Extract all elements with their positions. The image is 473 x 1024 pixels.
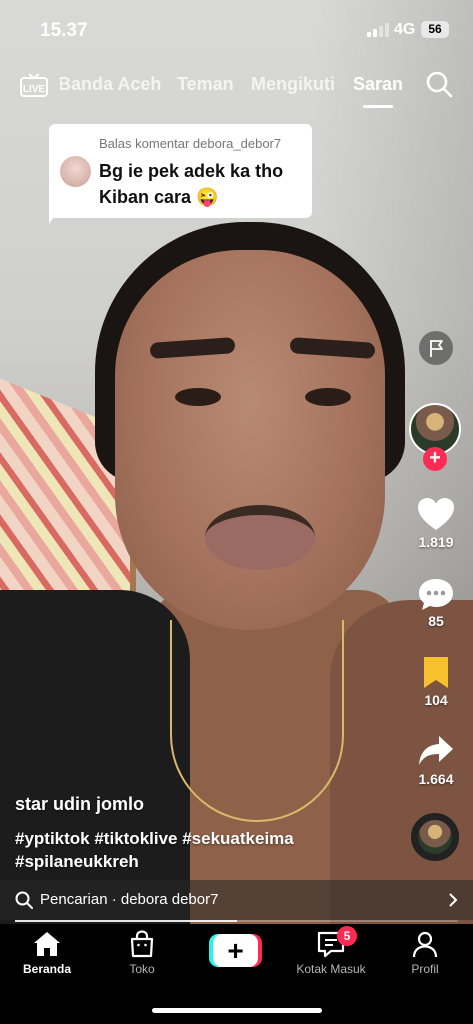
shop-icon bbox=[130, 930, 154, 958]
video-progress-bar[interactable] bbox=[15, 920, 458, 922]
caption-username[interactable]: star udin jomlo bbox=[15, 794, 144, 815]
bookmark-icon bbox=[424, 657, 448, 688]
battery-icon: 56 bbox=[421, 21, 449, 38]
nav-toko[interactable]: Toko bbox=[97, 930, 187, 976]
tab-mengikuti[interactable]: Mengikuti bbox=[251, 74, 335, 95]
search-bar-icon bbox=[15, 891, 33, 909]
share-icon bbox=[419, 736, 453, 765]
network-type: 4G bbox=[394, 21, 416, 38]
home-icon bbox=[34, 932, 60, 956]
bottom-nav: Beranda Toko + Kotak Masuk 5 Profil bbox=[0, 924, 473, 1024]
status-bar: 15.37 4G 56 bbox=[0, 0, 473, 60]
share-button[interactable] bbox=[417, 733, 455, 771]
nav-label-beranda: Beranda bbox=[22, 962, 72, 976]
create-button[interactable]: + bbox=[209, 934, 262, 967]
heart-icon bbox=[418, 498, 454, 530]
video-person-eye-right bbox=[305, 388, 351, 406]
caption-hashtags[interactable]: #yptiktok #tiktoklive #sekuatkeima #spil… bbox=[15, 827, 345, 873]
reply-comment-card[interactable]: Balas komentar debora_debor7 Bg ie pek a… bbox=[49, 124, 312, 218]
active-tab-indicator bbox=[363, 105, 393, 108]
signal-icon bbox=[367, 23, 389, 37]
video-person-eye-left bbox=[175, 388, 221, 406]
video-person-shirt bbox=[0, 590, 190, 924]
reply-card-tail bbox=[49, 210, 59, 224]
nav-label-toko: Toko bbox=[129, 962, 155, 976]
video-progress-fill bbox=[15, 920, 237, 922]
like-button[interactable] bbox=[417, 497, 455, 535]
video-person-face bbox=[115, 250, 385, 630]
music-disc[interactable] bbox=[411, 813, 459, 861]
home-indicator bbox=[152, 1008, 322, 1013]
related-search-bar[interactable]: Pencarian · debora debor7 bbox=[0, 880, 473, 920]
comment-button[interactable] bbox=[417, 577, 455, 615]
profile-icon bbox=[412, 931, 438, 958]
top-nav: LIVE Banda Aceh Teman Mengikuti Saran bbox=[0, 70, 473, 108]
related-search-text: Pencarian · debora debor7 bbox=[40, 891, 219, 908]
status-time: 15.37 bbox=[40, 20, 88, 41]
video-person-mouth bbox=[205, 505, 315, 570]
nav-label-profil: Profil bbox=[411, 962, 439, 976]
flag-button[interactable] bbox=[419, 331, 453, 365]
share-count: 1.664 bbox=[418, 771, 454, 787]
chevron-right-icon bbox=[445, 891, 461, 909]
comment-icon bbox=[419, 579, 453, 610]
comment-count: 85 bbox=[428, 613, 444, 629]
plus-icon: + bbox=[213, 934, 258, 967]
nav-beranda[interactable]: Beranda bbox=[2, 930, 92, 976]
commenter-avatar bbox=[60, 156, 91, 187]
nav-profil[interactable]: Profil bbox=[380, 930, 470, 976]
live-icon[interactable]: LIVE bbox=[20, 72, 48, 97]
nav-kotak-masuk[interactable]: Kotak Masuk bbox=[286, 930, 376, 976]
save-button[interactable] bbox=[417, 655, 455, 693]
live-label: LIVE bbox=[23, 84, 46, 95]
follow-button[interactable]: + bbox=[423, 447, 447, 471]
inbox-badge: 5 bbox=[337, 926, 357, 946]
save-count: 104 bbox=[424, 692, 448, 708]
flag-icon bbox=[430, 340, 443, 357]
search-icon[interactable] bbox=[425, 70, 453, 98]
reply-header: Balas komentar debora_debor7 bbox=[99, 136, 282, 151]
like-count: 1.819 bbox=[418, 534, 454, 550]
tab-banda-aceh[interactable]: Banda Aceh bbox=[60, 74, 161, 95]
video-person-chain bbox=[170, 620, 344, 822]
tab-teman[interactable]: Teman bbox=[177, 74, 234, 95]
reply-comment-text: Bg ie pek adek ka tho Kiban cara 😜 bbox=[99, 161, 284, 207]
tab-saran[interactable]: Saran bbox=[353, 74, 403, 95]
nav-label-kotak-masuk: Kotak Masuk bbox=[296, 962, 366, 976]
